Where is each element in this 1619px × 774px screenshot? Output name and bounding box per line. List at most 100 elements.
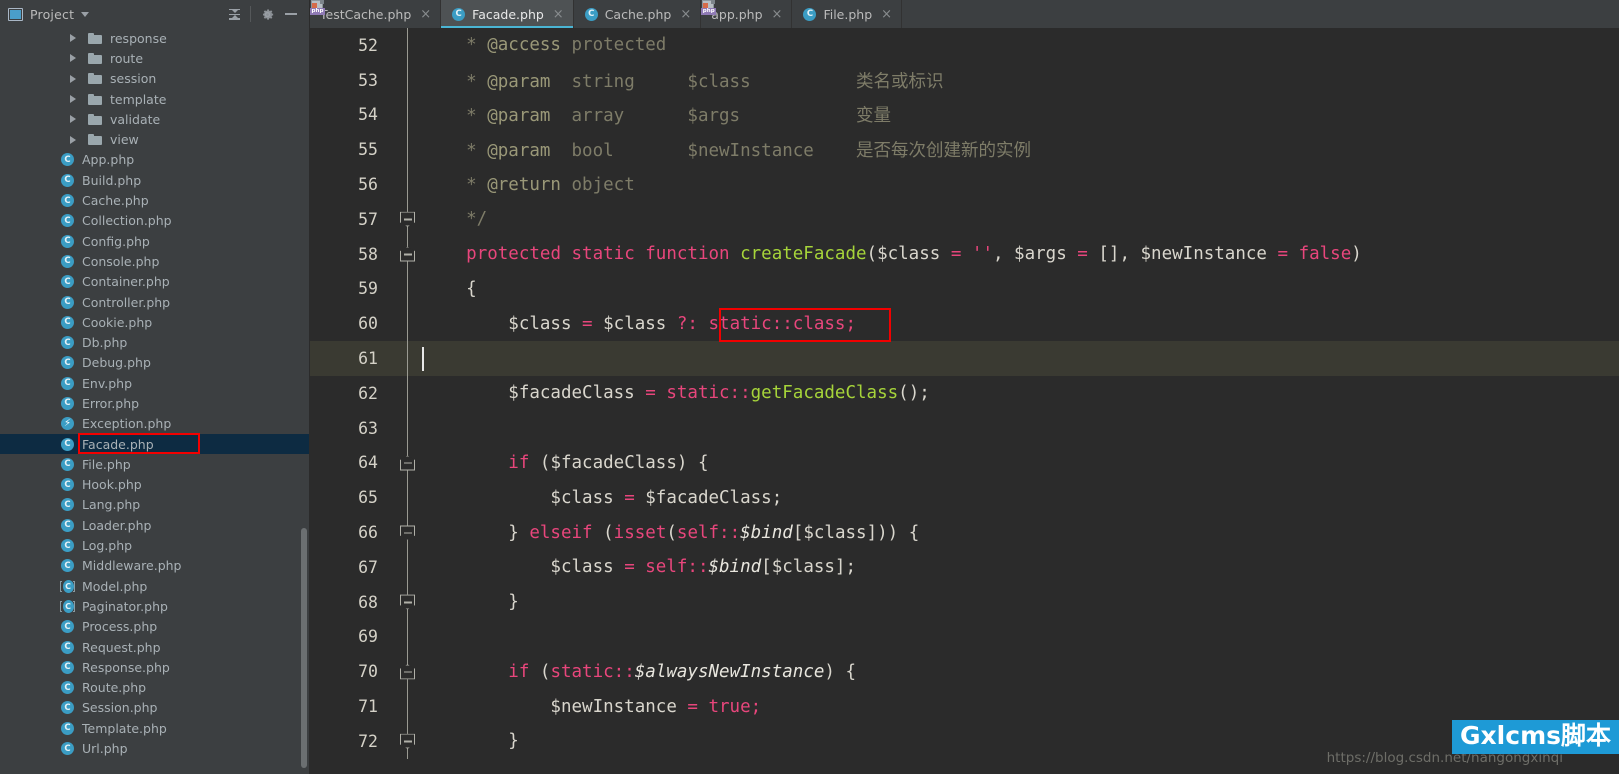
tree-item-file-php[interactable]: C File.php bbox=[0, 454, 310, 474]
tab-close-icon[interactable]: × bbox=[772, 8, 783, 21]
fold-toggle-icon[interactable] bbox=[400, 455, 415, 471]
code-line-55[interactable]: 55 * @param bool $newInstance 是否每次创建新的实例 bbox=[310, 132, 1619, 168]
fold-toggle-icon[interactable] bbox=[400, 594, 415, 610]
tree-item-console-php[interactable]: C Console.php bbox=[0, 251, 310, 271]
editor-tab-facade-php[interactable]: C Facade.php × bbox=[441, 0, 574, 28]
fold-gutter[interactable] bbox=[392, 132, 422, 168]
tab-close-icon[interactable]: × bbox=[553, 8, 564, 21]
tree-item-app-php[interactable]: C App.php bbox=[0, 150, 310, 170]
code-editor[interactable]: 52 * @access protected 53 * @param string… bbox=[310, 28, 1619, 774]
code-line-64[interactable]: 64 if ($facadeClass) { bbox=[310, 445, 1619, 481]
tree-item-route[interactable]: route bbox=[0, 48, 310, 68]
tree-item-validate[interactable]: validate bbox=[0, 109, 310, 129]
fold-toggle-icon[interactable] bbox=[400, 246, 415, 262]
tree-item-container-php[interactable]: C Container.php bbox=[0, 272, 310, 292]
code-line-59[interactable]: 59 { bbox=[310, 271, 1619, 307]
tree-item-request-php[interactable]: C Request.php bbox=[0, 637, 310, 657]
tree-item-debug-php[interactable]: C Debug.php bbox=[0, 353, 310, 373]
fold-gutter[interactable] bbox=[392, 271, 422, 307]
code-line-54[interactable]: 54 * @param array $args 变量 bbox=[310, 97, 1619, 133]
code-line-66[interactable]: 66 } elseif (isset(self::$bind[$class]))… bbox=[310, 515, 1619, 550]
tab-close-icon[interactable]: × bbox=[680, 8, 691, 21]
fold-toggle-icon[interactable] bbox=[400, 211, 415, 227]
editor-tab-cache-php[interactable]: C Cache.php × bbox=[574, 0, 702, 28]
tree-item-lang-php[interactable]: C Lang.php bbox=[0, 495, 310, 515]
collapse-all-button[interactable] bbox=[222, 2, 246, 26]
tree-item-env-php[interactable]: C Env.php bbox=[0, 373, 310, 393]
code-line-52[interactable]: 52 * @access protected bbox=[310, 28, 1619, 63]
fold-toggle-icon[interactable] bbox=[400, 733, 415, 749]
tree-item-response[interactable]: response bbox=[0, 28, 310, 48]
tree-item-model-php[interactable]: C Model.php bbox=[0, 576, 310, 596]
tab-close-icon[interactable]: × bbox=[420, 8, 431, 21]
fold-gutter[interactable] bbox=[392, 723, 422, 759]
code-line-53[interactable]: 53 * @param string $class 类名或标识 bbox=[310, 62, 1619, 98]
tree-item-exception-php[interactable]: ⚡ Exception.php bbox=[0, 414, 310, 434]
tree-item-route-php[interactable]: C Route.php bbox=[0, 678, 310, 698]
fold-gutter[interactable] bbox=[392, 341, 422, 376]
tree-item-paginator-php[interactable]: C Paginator.php bbox=[0, 596, 310, 616]
chevron-right-icon[interactable] bbox=[70, 34, 76, 43]
fold-gutter[interactable] bbox=[392, 584, 422, 620]
tree-item-cookie-php[interactable]: C Cookie.php bbox=[0, 312, 310, 332]
tree-item-controller-php[interactable]: C Controller.php bbox=[0, 292, 310, 312]
tab-close-icon[interactable]: × bbox=[881, 8, 892, 21]
tree-item-template-php[interactable]: C Template.php bbox=[0, 718, 310, 738]
fold-gutter[interactable] bbox=[392, 306, 422, 342]
fold-toggle-icon[interactable] bbox=[400, 525, 415, 541]
tree-item-template[interactable]: template bbox=[0, 89, 310, 109]
code-line-70[interactable]: 70 if (static::$alwaysNewInstance) { bbox=[310, 654, 1619, 690]
code-line-68[interactable]: 68 } bbox=[310, 584, 1619, 620]
tree-item-view[interactable]: view bbox=[0, 129, 310, 149]
fold-gutter[interactable] bbox=[392, 28, 422, 63]
tree-item-response-php[interactable]: C Response.php bbox=[0, 657, 310, 677]
tree-item-hook-php[interactable]: C Hook.php bbox=[0, 475, 310, 495]
fold-gutter[interactable] bbox=[392, 167, 422, 202]
settings-button[interactable] bbox=[255, 2, 279, 26]
fold-toggle-icon[interactable] bbox=[400, 664, 415, 680]
fold-gutter[interactable] bbox=[392, 62, 422, 98]
code-line-58[interactable]: 58 protected static function createFacad… bbox=[310, 236, 1619, 272]
code-line-61[interactable]: 61 bbox=[310, 341, 1619, 376]
code-line-62[interactable]: 62 $facadeClass = static::getFacadeClass… bbox=[310, 375, 1619, 411]
chevron-right-icon[interactable] bbox=[70, 135, 76, 144]
tree-item-middleware-php[interactable]: C Middleware.php bbox=[0, 556, 310, 576]
tree-item-collection-php[interactable]: C Collection.php bbox=[0, 211, 310, 231]
fold-gutter[interactable] bbox=[392, 375, 422, 411]
editor-tab-file-php[interactable]: C File.php × bbox=[792, 0, 903, 28]
chevron-down-icon[interactable] bbox=[81, 11, 90, 17]
fold-gutter[interactable] bbox=[392, 689, 422, 724]
fold-gutter[interactable] bbox=[392, 619, 422, 655]
tree-item-config-php[interactable]: C Config.php bbox=[0, 231, 310, 251]
code-line-65[interactable]: 65 $class = $facadeClass; bbox=[310, 480, 1619, 516]
tree-item-cache-php[interactable]: C Cache.php bbox=[0, 190, 310, 210]
editor-tab-app-php[interactable]: php app.php × bbox=[701, 0, 793, 28]
fold-gutter[interactable] bbox=[392, 97, 422, 133]
tree-item-url-php[interactable]: C Url.php bbox=[0, 738, 310, 758]
fold-gutter[interactable] bbox=[392, 654, 422, 690]
chevron-right-icon[interactable] bbox=[70, 95, 76, 104]
code-line-63[interactable]: 63 bbox=[310, 410, 1619, 446]
fold-gutter[interactable] bbox=[392, 236, 422, 272]
chevron-right-icon[interactable] bbox=[70, 115, 76, 124]
tree-item-session[interactable]: session bbox=[0, 69, 310, 89]
tree-item-process-php[interactable]: C Process.php bbox=[0, 617, 310, 637]
fold-gutter[interactable] bbox=[392, 549, 422, 585]
tree-item-facade-php[interactable]: C Facade.php bbox=[0, 433, 310, 455]
tree-item-build-php[interactable]: C Build.php bbox=[0, 170, 310, 190]
tree-item-loader-php[interactable]: C Loader.php bbox=[0, 515, 310, 535]
fold-gutter[interactable] bbox=[392, 480, 422, 516]
fold-gutter[interactable] bbox=[392, 445, 422, 481]
sidebar-scrollbar[interactable] bbox=[301, 528, 307, 768]
editor-tab-testcache-php[interactable]: php TestCache.php × bbox=[310, 0, 442, 28]
chevron-right-icon[interactable] bbox=[70, 74, 76, 83]
chevron-right-icon[interactable] bbox=[70, 54, 76, 63]
tree-item-session-php[interactable]: C Session.php bbox=[0, 698, 310, 718]
code-line-60[interactable]: 60 $class = $class ?: static::class; bbox=[310, 306, 1619, 342]
fold-gutter[interactable] bbox=[392, 410, 422, 446]
code-line-56[interactable]: 56 * @return object bbox=[310, 167, 1619, 202]
tree-item-log-php[interactable]: C Log.php bbox=[0, 535, 310, 555]
fold-gutter[interactable] bbox=[392, 515, 422, 550]
code-line-67[interactable]: 67 $class = self::$bind[$class]; bbox=[310, 549, 1619, 585]
tree-item-error-php[interactable]: C Error.php bbox=[0, 393, 310, 413]
